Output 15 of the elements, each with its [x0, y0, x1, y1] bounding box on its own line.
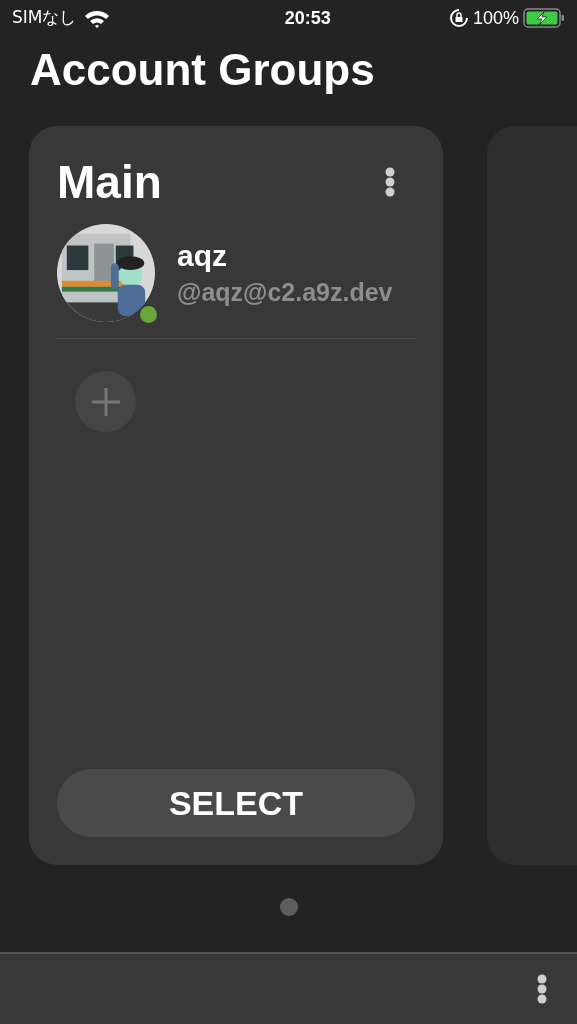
account-item[interactable]: aqz @aqz@c2.a9z.dev — [57, 224, 415, 339]
status-time: 20:53 — [284, 6, 331, 30]
more-icon[interactable] — [385, 167, 395, 197]
page-title: Account Groups — [29, 44, 376, 96]
battery-percent: 100% — [472, 6, 519, 30]
account-handle: @aqz@c2.a9z.dev — [177, 277, 393, 308]
carrier-label: SIMなし — [12, 6, 77, 30]
battery-icon — [523, 7, 565, 29]
group-name: Main — [57, 155, 162, 210]
rotation-lock-icon — [448, 8, 469, 28]
wifi-icon — [84, 8, 111, 28]
plus-icon — [90, 386, 121, 417]
account-name: aqz — [177, 238, 228, 274]
more-icon[interactable] — [537, 974, 547, 1004]
select-button[interactable]: SELECT — [57, 769, 415, 837]
